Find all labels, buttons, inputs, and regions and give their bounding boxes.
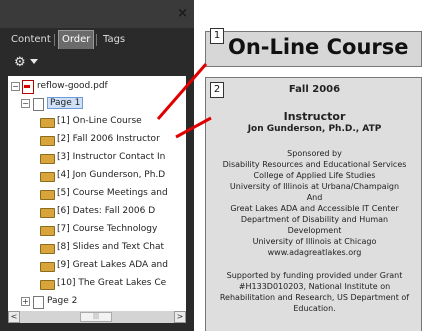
tag-icon	[40, 136, 55, 146]
tag-icon	[40, 118, 55, 128]
tab-divider	[54, 34, 55, 46]
tree-item-label: [2] Fall 2006 Instructor	[57, 134, 160, 144]
page-icon	[33, 98, 44, 111]
tree-item-row[interactable]: [2] Fall 2006 Instructor	[8, 131, 186, 149]
tree-item-label: [5] Course Meetings and	[57, 188, 168, 198]
body-line: #H133D010203, National Institute on	[238, 282, 391, 291]
panel-title-bar: ×	[0, 0, 194, 28]
tag-icon	[40, 190, 55, 200]
tree-item-row[interactable]: [6] Dates: Fall 2006 D	[8, 203, 186, 221]
body-line: Sponsored by	[287, 149, 342, 158]
tab-tags[interactable]: Tags	[100, 31, 128, 49]
body-line: Great Lakes ADA and Accessible IT Center	[230, 204, 399, 213]
tree-item-label: [10] The Great Lakes Ce	[57, 278, 167, 288]
scroll-thumb[interactable]: |||	[80, 312, 112, 322]
tree-item-label: [9] Great Lakes ADA and	[57, 260, 168, 270]
order-tree: − reflow-good.pdf − Page 1 [1] On-Line C…	[8, 76, 186, 311]
pdf-file-icon	[22, 80, 34, 94]
tree-item-label: [6] Dates: Fall 2006 D	[57, 206, 156, 216]
tree-item-row[interactable]: [1] On-Line Course	[8, 113, 186, 131]
options-bar: ⚙	[8, 50, 186, 76]
gear-icon[interactable]: ⚙	[14, 55, 26, 70]
tag-icon	[40, 172, 55, 182]
tree-item-row[interactable]: [8] Slides and Text Chat	[8, 239, 186, 257]
body-line: And	[306, 193, 323, 202]
tab-order[interactable]: Order	[58, 30, 95, 49]
order-number-badge: 1	[210, 28, 224, 44]
body-line: University of Illinois at Urbana/Champai…	[229, 182, 400, 191]
body-line: Department of Disability and Human	[240, 215, 389, 224]
tree-item-row[interactable]: [3] Instructor Contact In	[8, 149, 186, 167]
tag-icon	[40, 226, 55, 236]
page-icon	[33, 296, 44, 309]
tag-icon	[40, 262, 55, 272]
tree-item-row[interactable]: [4] Jon Gunderson, Ph.D	[8, 167, 186, 185]
body-line: College of Applied Life Studies	[253, 171, 376, 180]
tree-page-row[interactable]: − Page 1	[8, 95, 186, 113]
tree-item-label: [4] Jon Gunderson, Ph.D	[57, 170, 166, 180]
scroll-right-button[interactable]: >	[174, 311, 186, 323]
scroll-left-button[interactable]: <	[8, 311, 20, 323]
body-line: Fall 2006	[288, 84, 341, 95]
body-line: University of Illinois at Chicago	[252, 237, 377, 246]
tab-content[interactable]: Content	[8, 31, 54, 49]
body-line: Supported by funding provided under Gran…	[226, 271, 403, 280]
collapse-icon[interactable]: −	[21, 99, 30, 108]
body-line: Education.	[293, 304, 336, 313]
tree-item-label: [1] On-Line Course	[57, 116, 142, 126]
panel-tabs: Content Order Tags	[8, 28, 178, 50]
body-line: www.adagreatlakes.org	[267, 248, 362, 257]
body-line: Disability Resources and Educational Ser…	[222, 160, 407, 169]
tree-item-label: [7] Course Technology	[57, 224, 158, 234]
tree-item-label: [3] Instructor Contact In	[57, 152, 166, 162]
heading-block: On-Line Course	[205, 31, 422, 67]
tag-icon	[40, 244, 55, 254]
collapse-icon[interactable]: −	[11, 82, 20, 91]
body-block: 2 Fall 2006 Instructor Jon Gunderson, Ph…	[205, 77, 422, 331]
page-heading: On-Line Course	[228, 35, 409, 59]
tree-page-label: Page 2	[47, 296, 78, 306]
close-icon[interactable]: ×	[177, 6, 188, 21]
tags-panel: × Content Order Tags ⚙ − reflow-good.pdf…	[0, 0, 194, 331]
tag-icon	[40, 280, 55, 290]
tree-item-row[interactable]: [10] The Great Lakes Ce	[8, 275, 186, 293]
tag-icon	[40, 208, 55, 218]
expand-icon[interactable]: +	[21, 297, 30, 306]
chevron-down-icon[interactable]	[30, 59, 38, 64]
tab-divider	[96, 34, 97, 46]
body-line: Development	[287, 226, 342, 235]
horizontal-scrollbar[interactable]: < ||| >	[8, 311, 186, 323]
tree-item-row[interactable]: [5] Course Meetings and	[8, 185, 186, 203]
tree-root-label: reflow-good.pdf	[37, 81, 108, 91]
tree-page-row[interactable]: + Page 2	[8, 293, 186, 311]
tree-item-row[interactable]: [9] Great Lakes ADA and	[8, 257, 186, 275]
body-line: Rehabilitation and Research, US Departme…	[219, 293, 410, 302]
tree-item-row[interactable]: [7] Course Technology	[8, 221, 186, 239]
tree-root-row[interactable]: − reflow-good.pdf	[8, 78, 186, 96]
tree-item-label: [8] Slides and Text Chat	[57, 242, 165, 252]
tree-page-label: Page 1	[47, 97, 84, 109]
body-line: Jon Gunderson, Ph.D., ATP	[247, 124, 382, 134]
tag-icon	[40, 154, 55, 164]
body-line: Instructor	[283, 110, 346, 123]
